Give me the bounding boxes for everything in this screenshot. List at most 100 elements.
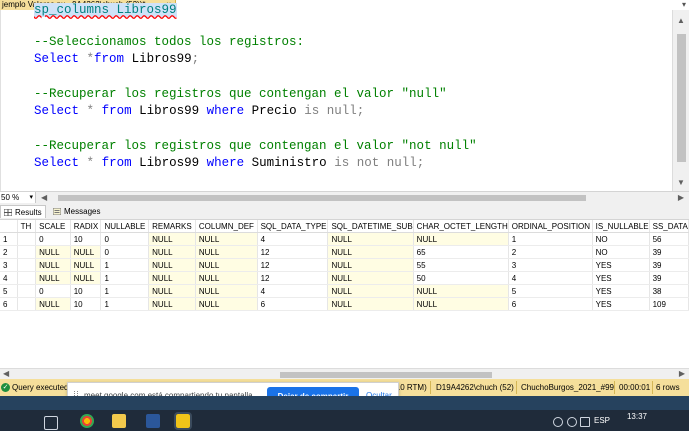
table-row[interactable]: 5 0 10 1 NULL NULL 4 NULL NULL 5 YES 38 [0, 284, 689, 298]
table-cell[interactable]: NULL [327, 258, 414, 272]
battery-icon[interactable] [580, 417, 590, 427]
editor-horizontal-scroll-thumb[interactable] [58, 195, 586, 201]
table-cell[interactable]: 6 [508, 297, 593, 311]
table-row[interactable]: 3 NULL NULL 1 NULL NULL 12 NULL 55 3 YES 39 [0, 258, 689, 272]
table-cell[interactable]: NULL [148, 284, 196, 298]
table-cell[interactable]: NULL [148, 258, 196, 272]
word-icon[interactable] [146, 414, 160, 428]
table-cell[interactable]: 50 [413, 271, 509, 285]
table-cell[interactable]: 4 [508, 271, 593, 285]
table-cell[interactable]: 39 [649, 245, 689, 259]
scroll-down-arrow-icon[interactable]: ▼ [677, 178, 685, 187]
table-cell[interactable]: 6 [257, 297, 329, 311]
table-cell[interactable]: NULL [195, 245, 258, 259]
column-header[interactable]: RADIX [70, 220, 102, 233]
scroll-right-arrow-icon[interactable]: ▶ [679, 369, 685, 378]
table-cell[interactable]: 10 [70, 232, 102, 246]
table-cell[interactable]: 1 [100, 284, 150, 298]
table-row[interactable]: 4 NULL NULL 1 NULL NULL 12 NULL 50 4 YES 39 [0, 271, 689, 285]
row-number-cell[interactable]: 5 [0, 284, 18, 298]
row-number-cell[interactable]: 2 [0, 245, 18, 259]
grid-horizontal-scroll-thumb[interactable] [280, 372, 492, 378]
table-cell[interactable]: 0 [35, 232, 71, 246]
column-header[interactable]: SCALE [35, 220, 71, 233]
results-grid[interactable]: TH SCALE RADIX NULLABLE REMARKS COLUMN_DEF SQL… [0, 220, 689, 368]
ssms-icon[interactable] [174, 412, 192, 430]
table-cell[interactable]: NULL [35, 271, 71, 285]
table-row[interactable]: 2 NULL NULL 0 NULL NULL 12 NULL 65 2 NO 39 [0, 245, 689, 259]
table-cell[interactable]: NO [592, 245, 650, 259]
table-cell[interactable]: NULL [70, 271, 102, 285]
chrome-icon[interactable] [80, 414, 94, 428]
scroll-up-arrow-icon[interactable]: ▲ [677, 16, 685, 25]
tab-list-dropdown-icon[interactable]: ▾ [682, 0, 686, 9]
table-cell[interactable]: NULL [70, 245, 102, 259]
system-clock[interactable]: 13:37 [624, 412, 650, 421]
scroll-right-arrow-icon[interactable]: ▶ [678, 193, 684, 202]
table-cell[interactable]: 3 [508, 258, 593, 272]
table-cell[interactable]: 0 [35, 284, 71, 298]
table-cell[interactable]: 12 [257, 245, 329, 259]
table-cell[interactable]: NULL [148, 245, 196, 259]
table-cell[interactable]: NULL [327, 245, 414, 259]
table-cell[interactable]: 5 [508, 284, 593, 298]
table-cell[interactable]: 1 [100, 271, 150, 285]
table-cell[interactable]: 1 [508, 232, 593, 246]
table-cell[interactable]: NULL [35, 245, 71, 259]
table-cell[interactable]: 12 [257, 258, 329, 272]
table-cell[interactable] [17, 271, 37, 285]
table-cell[interactable]: YES [592, 258, 650, 272]
tab-results[interactable]: Results [0, 205, 46, 218]
table-cell[interactable]: 0 [100, 232, 150, 246]
file-explorer-icon[interactable] [112, 414, 126, 428]
column-header[interactable]: SS_DATA [649, 220, 689, 233]
table-cell[interactable]: NULL [35, 258, 71, 272]
column-header[interactable]: NULLABLE [100, 220, 150, 233]
table-cell[interactable]: NULL [148, 297, 196, 311]
table-cell[interactable]: NULL [327, 232, 414, 246]
column-header[interactable]: SQL_DATA_TYPE [257, 220, 329, 233]
table-cell[interactable]: NULL [413, 284, 509, 298]
volume-icon[interactable] [567, 417, 577, 427]
table-cell[interactable]: NULL [327, 297, 414, 311]
scroll-left-arrow-icon[interactable]: ◀ [3, 369, 9, 378]
table-cell[interactable] [17, 297, 37, 311]
table-cell[interactable]: NULL [35, 297, 71, 311]
table-cell[interactable]: NULL [148, 271, 196, 285]
table-cell[interactable]: 0 [100, 245, 150, 259]
row-number-cell[interactable]: 4 [0, 271, 18, 285]
table-cell[interactable]: 65 [413, 245, 509, 259]
table-cell[interactable]: 2 [508, 245, 593, 259]
editor-vertical-scrollbar[interactable]: ▲ ▼ [672, 10, 689, 191]
table-cell[interactable]: NULL [195, 271, 258, 285]
column-header[interactable]: IS_NULLABLE [592, 220, 650, 233]
table-cell[interactable]: YES [592, 271, 650, 285]
column-header[interactable]: COLUMN_DEF [195, 220, 258, 233]
table-cell[interactable]: 39 [649, 258, 689, 272]
table-cell[interactable]: NULL [195, 284, 258, 298]
table-cell[interactable]: 12 [257, 271, 329, 285]
query-editor[interactable]: sp_columns Libros99 --Seleccionamos todo… [0, 3, 673, 191]
column-header[interactable]: ORDINAL_POSITION [508, 220, 593, 233]
row-number-cell[interactable]: 6 [0, 297, 18, 311]
row-number-cell[interactable]: 3 [0, 258, 18, 272]
row-number-cell[interactable]: 1 [0, 232, 18, 246]
table-cell[interactable]: 56 [649, 232, 689, 246]
row-number-header[interactable] [0, 220, 18, 233]
table-cell[interactable]: 109 [649, 297, 689, 311]
table-cell[interactable]: 10 [70, 297, 102, 311]
table-cell[interactable]: NULL [327, 284, 414, 298]
column-header[interactable]: REMARKS [148, 220, 196, 233]
column-header[interactable]: SQL_DATETIME_SUB [327, 220, 414, 233]
column-header[interactable]: CHAR_OCTET_LENGTH [413, 220, 509, 233]
table-cell[interactable]: NULL [327, 271, 414, 285]
table-cell[interactable] [17, 232, 37, 246]
column-header[interactable]: TH [17, 220, 37, 233]
table-row[interactable]: 6 NULL 10 1 NULL NULL 6 NULL NULL 6 YES 109 [0, 297, 689, 311]
table-cell[interactable]: 4 [257, 284, 329, 298]
language-indicator[interactable]: ESP [594, 410, 610, 431]
table-cell[interactable]: 1 [100, 258, 150, 272]
table-cell[interactable]: 10 [70, 284, 102, 298]
task-view-icon[interactable] [44, 416, 58, 430]
table-cell[interactable]: NO [592, 232, 650, 246]
